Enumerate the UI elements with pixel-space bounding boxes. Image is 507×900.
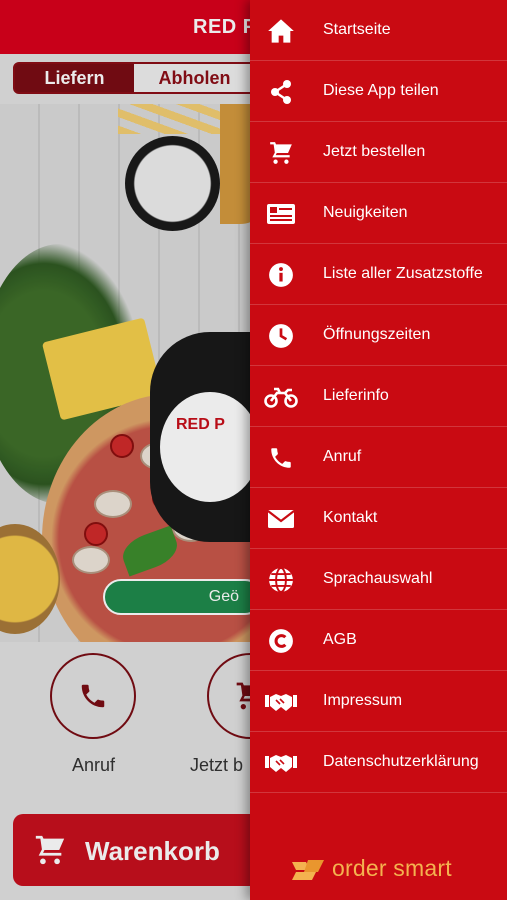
menu-label: Startseite [323,21,391,38]
menu-label: Liste aller Zusatzstoffe [323,265,483,282]
menu-label: Sprachauswahl [323,570,433,587]
menu-label: Jetzt bestellen [323,143,426,160]
menu-item-delivery-info[interactable]: Lieferinfo [250,366,507,427]
menu-item-opening-hours[interactable]: Öffnungszeiten [250,305,507,366]
home-icon [264,16,298,46]
menu-item-order[interactable]: Jetzt bestellen [250,122,507,183]
menu-item-language[interactable]: Sprachauswahl [250,549,507,610]
news-icon [264,199,298,229]
info-icon [264,260,298,290]
menu-item-impressum[interactable]: Impressum [250,671,507,732]
cart-icon [264,138,298,168]
handshake-icon [264,748,298,778]
menu-item-contact[interactable]: Kontakt [250,488,507,549]
menu-label: Anruf [323,448,362,465]
menu-item-call[interactable]: Anruf [250,427,507,488]
navigation-drawer: Startseite Diese App teilen Jetzt bestel… [250,0,507,900]
handshake-icon [264,687,298,717]
order-smart-logo-icon [292,859,324,880]
menu-label: AGB [323,631,357,648]
menu-label: Lieferinfo [323,387,389,404]
menu-item-share[interactable]: Diese App teilen [250,61,507,122]
menu-label: Öffnungszeiten [323,326,431,343]
motorbike-icon [264,382,298,412]
menu-label: Diese App teilen [323,82,439,99]
menu-label: Kontakt [323,509,378,526]
phone-icon [264,443,298,473]
copyright-icon [264,626,298,656]
menu-label: Impressum [323,692,403,709]
globe-icon [264,565,298,595]
menu-item-privacy[interactable]: Datenschutzerklärung [250,732,507,793]
menu-item-news[interactable]: Neuigkeiten [250,183,507,244]
menu-item-additives[interactable]: Liste aller Zusatzstoffe [250,244,507,305]
menu-label: Datenschutzerklärung [323,753,479,770]
share-icon [264,77,298,107]
mail-icon [264,504,298,534]
clock-icon [264,321,298,351]
order-smart-brand: order smart [290,855,452,882]
menu-item-startseite[interactable]: Startseite [250,0,507,61]
menu-item-agb[interactable]: AGB [250,610,507,671]
brand-name: order smart [332,855,452,881]
menu-label: Neuigkeiten [323,204,408,221]
